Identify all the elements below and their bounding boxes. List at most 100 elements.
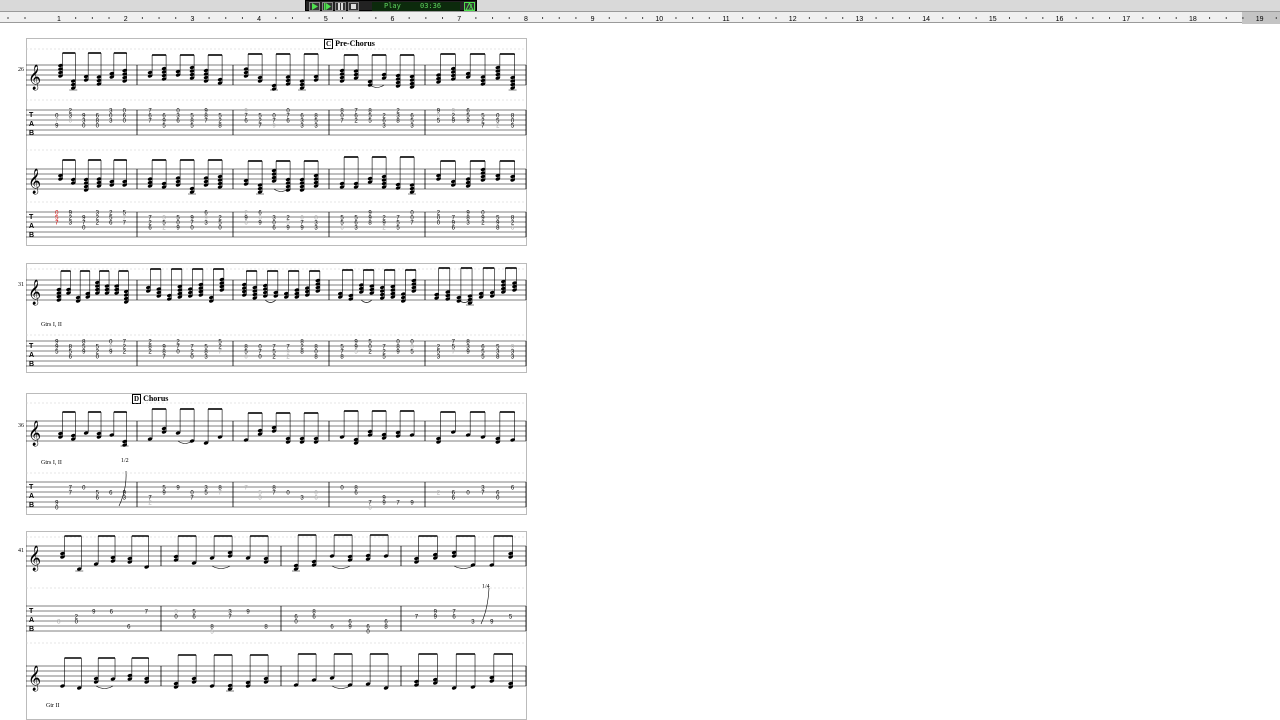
fret-number: 8 (384, 624, 388, 630)
fret-number: 0 (340, 485, 344, 491)
fret-number: 5 (481, 354, 485, 360)
score-system-4: 41 1/4 Gtr II 𝄞 T A B 8 2 0 9 6 6 7 3 0 5 6 8 5 3 7 9 8 6 0 8 6 6… (18, 531, 527, 720)
fret-number: 9 (82, 349, 86, 355)
fret-number: 3 (354, 225, 358, 231)
fret-number: 9 (55, 123, 59, 129)
fret-number: 8 (314, 354, 318, 360)
play-from-start-icon[interactable] (322, 2, 333, 11)
ruler-bar-number: 3 (190, 16, 194, 23)
fret-number: 7 (258, 123, 262, 129)
fret-number: 3 (204, 220, 208, 226)
fret-number: 5 (162, 123, 166, 129)
measure-number: 26 (18, 67, 24, 73)
fret-number: 5 (204, 490, 208, 496)
fret-number: 6 (368, 505, 372, 511)
treble-clef-icon: 𝄞 (28, 420, 41, 446)
tab-clef-letter: B (29, 626, 34, 633)
fret-number: 7 (410, 220, 414, 226)
fret-number: 6 (452, 614, 456, 620)
notation-staff: 𝄞 (26, 534, 527, 572)
fret-number: 6 (69, 354, 73, 360)
notation-staff: 𝄞 (26, 267, 527, 306)
fret-number: 0 (176, 349, 180, 355)
fret-number: 7 (452, 349, 456, 355)
tie (453, 565, 474, 569)
fret-number: 8 (218, 123, 222, 129)
fret-number: 6 (244, 118, 248, 124)
tie (211, 565, 231, 569)
fret-number: 9 (452, 118, 456, 124)
fret-number: 9 (396, 349, 400, 355)
fret-number: 5 (190, 123, 194, 129)
play-icon[interactable] (309, 2, 320, 11)
stop-icon[interactable] (348, 2, 359, 11)
tab-clef-letter: T (29, 608, 34, 615)
fret-number: 6 (109, 220, 113, 226)
metronome-icon[interactable] (464, 2, 475, 11)
fret-number: 7 (162, 354, 166, 360)
tie (331, 685, 351, 689)
fret-number: 3 (466, 220, 470, 226)
tab-clef-letter: B (29, 130, 34, 137)
fret-number: 0 (258, 354, 262, 360)
fret-number: 7 (272, 490, 276, 496)
fret-number: 8 (368, 220, 372, 226)
pause-icon[interactable] (335, 2, 346, 11)
fret-number: 9 (176, 225, 180, 231)
ruler-bar-number: 14 (922, 16, 930, 23)
fret-number: 7 (204, 118, 208, 124)
fret-number: 2 (148, 500, 152, 506)
fret-number: 9 (286, 225, 290, 231)
fret-number: 3 (314, 123, 318, 129)
fret-number: 0 (82, 123, 86, 129)
fret-number: 9 (258, 220, 262, 226)
fret-number: 7 (244, 485, 248, 491)
treble-clef-icon: 𝄞 (28, 64, 41, 90)
tab-clef-letter: B (29, 361, 34, 368)
tab-clef-letter: T (29, 112, 34, 119)
fret-number: 0 (82, 225, 86, 231)
fret-number: 0 (466, 490, 470, 496)
fret-number: 7 (415, 614, 419, 620)
fret-number: 0 (437, 220, 441, 226)
fret-number: 9 (382, 500, 386, 506)
fret-number: 2 (162, 225, 166, 231)
tab-clef-letter: B (29, 502, 34, 509)
fret-number: 3 (109, 118, 113, 124)
fret-number: 6 (511, 485, 515, 491)
fret-number: 6 (452, 495, 456, 501)
fret-number: 6 (192, 614, 196, 620)
bar-ruler[interactable]: 1 2 3 4 5 6 7 8 9 10 11 12 13 14 15 16 17 18 19 (0, 11, 1280, 24)
time-display: 03:36 (420, 2, 442, 10)
fret-number: 0 (496, 495, 500, 501)
fret-number: 2 (354, 118, 358, 124)
fret-number: 0 (82, 485, 86, 491)
tie (369, 84, 385, 88)
fret-number: 0 (190, 354, 194, 360)
fret-number: 0 (96, 354, 100, 360)
tab-clef-letter: A (29, 493, 34, 500)
tab-staff: TAB 90770566 93 7259907358775387 03060 867699… (26, 481, 527, 511)
fret-number: 7 (123, 220, 127, 226)
fret-number: 6 (286, 118, 290, 124)
fret-number: 7 (481, 490, 485, 496)
fret-number: 3 (471, 619, 475, 625)
notation-staff-group: 𝄞TAB995856859520029722282987270720583527… (26, 267, 527, 368)
fret-number: 0 (366, 629, 370, 635)
tab-clef-letter: A (29, 617, 34, 624)
transport-display: Play 03:36 (372, 2, 460, 11)
measure-number: 36 (18, 423, 24, 429)
ruler-bar-number: 10 (655, 16, 663, 23)
fret-number: 7 (218, 490, 222, 496)
tie (95, 685, 114, 689)
fret-number: 6 (110, 609, 114, 615)
fret-number: 5 (210, 629, 214, 635)
fret-number: 5 (354, 349, 358, 355)
ruler-ticks: 1 2 3 4 5 6 7 8 9 10 11 12 13 14 15 16 17 18 19 (7, 12, 1280, 24)
score-page: C Pre-Chorus 26 𝄞 T A B 0 7 9 2 3 0 9 3 0 6 8 0 3 0 3 0 6 0 7 6 7… (0, 24, 560, 720)
fret-number: 3 (382, 123, 386, 129)
ruler-bar-number: 9 (591, 16, 595, 23)
tie (273, 188, 289, 192)
ruler-bar-number: 1 (57, 16, 61, 23)
fret-number: 2 (437, 490, 441, 496)
